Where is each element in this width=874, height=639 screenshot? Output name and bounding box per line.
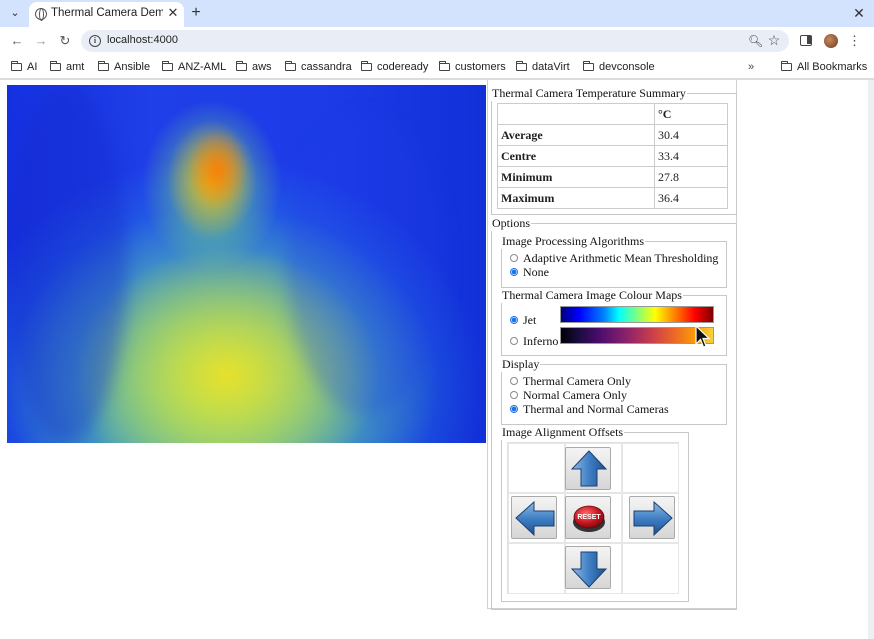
arrow-right-icon	[633, 500, 673, 537]
bookmark-folder[interactable]: dataVirt	[516, 59, 570, 75]
tab-strip: ⌄ Thermal Camera Demon ✕ + ✕	[0, 0, 874, 27]
bookmark-folder[interactable]: Ansible	[98, 59, 150, 75]
scrollbar[interactable]	[868, 80, 874, 639]
move-left-button[interactable]	[511, 496, 557, 539]
image-processing-legend: Image Processing Algorithms	[502, 234, 644, 248]
forward-icon[interactable]: →	[33, 33, 49, 49]
reset-icon: RESET	[573, 505, 605, 532]
browser-tab[interactable]: Thermal Camera Demon ✕	[29, 2, 184, 27]
bookmark-folder[interactable]: codeready	[361, 59, 428, 75]
bookmarks-bar: AI amt Ansible ANZ-AML aws cassandra cod…	[0, 55, 874, 79]
colour-maps-legend: Thermal Camera Image Colour Maps	[502, 288, 682, 302]
table-row: Maximum 36.4	[497, 187, 728, 209]
radio-adaptive-thresholding[interactable]	[510, 254, 518, 262]
move-right-button[interactable]	[629, 496, 675, 539]
option-label[interactable]: Normal Camera Only	[523, 388, 627, 403]
folder-icon	[583, 61, 594, 71]
folder-icon	[516, 61, 527, 71]
side-panel-icon[interactable]	[800, 35, 812, 46]
radio-thermal-and-normal[interactable]	[510, 405, 518, 413]
folder-icon	[439, 61, 450, 71]
row-label: Minimum	[497, 166, 655, 188]
tab-title: Thermal Camera Demon	[51, 7, 163, 19]
option-label[interactable]: None	[523, 265, 549, 280]
table-row: Minimum 27.8	[497, 166, 728, 188]
radio-processing-none[interactable]	[510, 268, 518, 276]
tab-search-icon[interactable]: ⌄	[6, 5, 24, 21]
bookmarks-overflow-button[interactable]: »	[748, 59, 754, 75]
radio-normal-only[interactable]	[510, 391, 518, 399]
options-legend: Options	[492, 216, 531, 230]
bookmark-folder[interactable]: customers	[439, 59, 506, 75]
unit-header: °C	[654, 103, 728, 125]
bookmark-folder[interactable]: devconsole	[583, 59, 655, 75]
globe-icon	[35, 8, 47, 21]
option-label[interactable]: Inferno	[523, 334, 558, 349]
arrow-down-icon	[570, 551, 608, 588]
row-label: Maximum	[497, 187, 655, 209]
browser-toolbar: ← → ↻ i localhost:4000 🔍︎ ☆ ⋮	[0, 27, 874, 55]
row-label: Centre	[497, 145, 655, 167]
site-info-icon[interactable]: i	[89, 35, 101, 47]
row-value: 27.8	[654, 166, 728, 188]
jet-colourmap-swatch[interactable]	[560, 306, 714, 323]
folder-icon	[236, 61, 247, 71]
move-up-button[interactable]	[565, 447, 611, 490]
temperature-summary-legend: Thermal Camera Temperature Summary	[492, 86, 686, 100]
thermal-camera-image	[7, 85, 486, 443]
page-content	[0, 80, 868, 639]
folder-icon	[162, 61, 173, 71]
inferno-colourmap-swatch[interactable]	[560, 327, 714, 344]
table-header-row: °C	[497, 103, 728, 125]
zoom-icon[interactable]: 🔍︎	[748, 34, 763, 48]
table-row: Average 30.4	[497, 124, 728, 146]
table-row: Centre 33.4	[497, 145, 728, 167]
new-tab-icon[interactable]: +	[188, 4, 204, 22]
kebab-menu-icon[interactable]: ⋮	[848, 33, 861, 49]
folder-icon	[781, 61, 792, 71]
reset-label: RESET	[577, 514, 601, 521]
radio-colourmap-inferno[interactable]	[510, 337, 518, 345]
option-label[interactable]: Thermal and Normal Cameras	[523, 402, 669, 417]
temperature-table: °C Average 30.4 Centre 33.4 Minimum 27.8…	[497, 103, 728, 209]
url-text[interactable]: localhost:4000	[107, 34, 178, 46]
move-down-button[interactable]	[565, 546, 611, 589]
address-bar[interactable]: i localhost:4000 🔍︎ ☆	[81, 30, 789, 52]
mouse-cursor-icon	[695, 325, 711, 348]
row-value: 36.4	[654, 187, 728, 209]
avatar[interactable]	[824, 34, 838, 48]
row-value: 33.4	[654, 145, 728, 167]
bookmark-folder[interactable]: aws	[236, 59, 272, 75]
alignment-grid: RESET	[507, 442, 679, 594]
row-value: 30.4	[654, 124, 728, 146]
window-close-icon[interactable]: ✕	[851, 5, 867, 21]
reload-icon[interactable]: ↻	[57, 33, 73, 49]
close-icon[interactable]: ✕	[166, 6, 180, 20]
bookmark-folder[interactable]: amt	[50, 59, 84, 75]
arrow-up-icon	[570, 450, 608, 487]
bookmark-folder[interactable]: ANZ-AML	[162, 59, 226, 75]
display-legend: Display	[502, 357, 540, 371]
folder-icon	[285, 61, 296, 71]
bookmark-star-icon[interactable]: ☆	[767, 33, 781, 47]
option-label[interactable]: Adaptive Arithmetic Mean Thresholding	[523, 251, 718, 266]
bookmark-folder[interactable]: cassandra	[285, 59, 352, 75]
option-label[interactable]: Thermal Camera Only	[523, 374, 631, 389]
radio-thermal-only[interactable]	[510, 377, 518, 385]
folder-icon	[50, 61, 61, 71]
folder-icon	[361, 61, 372, 71]
back-icon[interactable]: ←	[9, 33, 25, 49]
arrow-left-icon	[515, 500, 555, 537]
reset-button[interactable]: RESET	[565, 496, 611, 539]
folder-icon	[98, 61, 109, 71]
row-label: Average	[497, 124, 655, 146]
folder-icon	[11, 61, 22, 71]
bookmark-folder[interactable]: AI	[11, 59, 37, 75]
radio-colourmap-jet[interactable]	[510, 316, 518, 324]
alignment-legend: Image Alignment Offsets	[502, 425, 624, 439]
option-label[interactable]: Jet	[523, 313, 536, 328]
all-bookmarks-folder[interactable]: All Bookmarks	[781, 59, 867, 75]
